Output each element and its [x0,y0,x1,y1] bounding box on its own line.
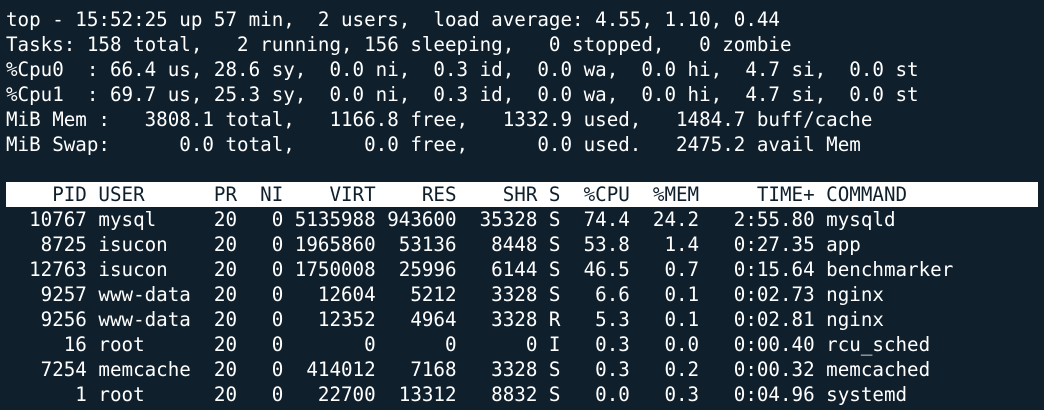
process-row-benchmarker: 12763 isucon 20 0 1750008 25996 6144 S 4… [6,258,954,281]
tasks-summary-line: Tasks: 158 total, 2 running, 156 sleepin… [6,33,792,56]
memory-stats-line: MiB Mem : 3808.1 total, 1166.8 free, 133… [6,108,873,131]
process-row-mysqld: 10767 mysql 20 0 5135988 943600 35328 S … [6,208,896,231]
process-row-memcached: 7254 memcache 20 0 414012 7168 3328 S 0.… [6,358,931,381]
cpu1-stats-line: %Cpu1 : 69.7 us, 25.3 sy, 0.0 ni, 0.3 id… [6,83,919,106]
process-row-nginx-9256: 9256 www-data 20 0 12352 4964 3328 R 5.3… [6,308,884,331]
process-table-header: PID USER PR NI VIRT RES SHR S %CPU %MEM … [6,182,1038,207]
cpu0-stats-line: %Cpu0 : 66.4 us, 28.6 sy, 0.0 ni, 0.3 id… [6,58,919,81]
process-row-systemd: 1 root 20 0 22700 13312 8832 S 0.0 0.3 0… [6,383,908,406]
process-row-app: 8725 isucon 20 0 1965860 53136 8448 S 53… [6,233,861,256]
process-row-rcu-sched: 16 root 20 0 0 0 0 I 0.3 0.0 0:00.40 rcu… [6,333,931,356]
terminal-window[interactable]: top - 15:52:25 up 57 min, 2 users, load … [0,7,1044,407]
swap-stats-line: MiB Swap: 0.0 total, 0.0 free, 0.0 used.… [6,133,861,156]
uptime-load-line: top - 15:52:25 up 57 min, 2 users, load … [6,8,780,31]
process-row-nginx-9257: 9257 www-data 20 0 12604 5212 3328 S 6.6… [6,283,884,306]
